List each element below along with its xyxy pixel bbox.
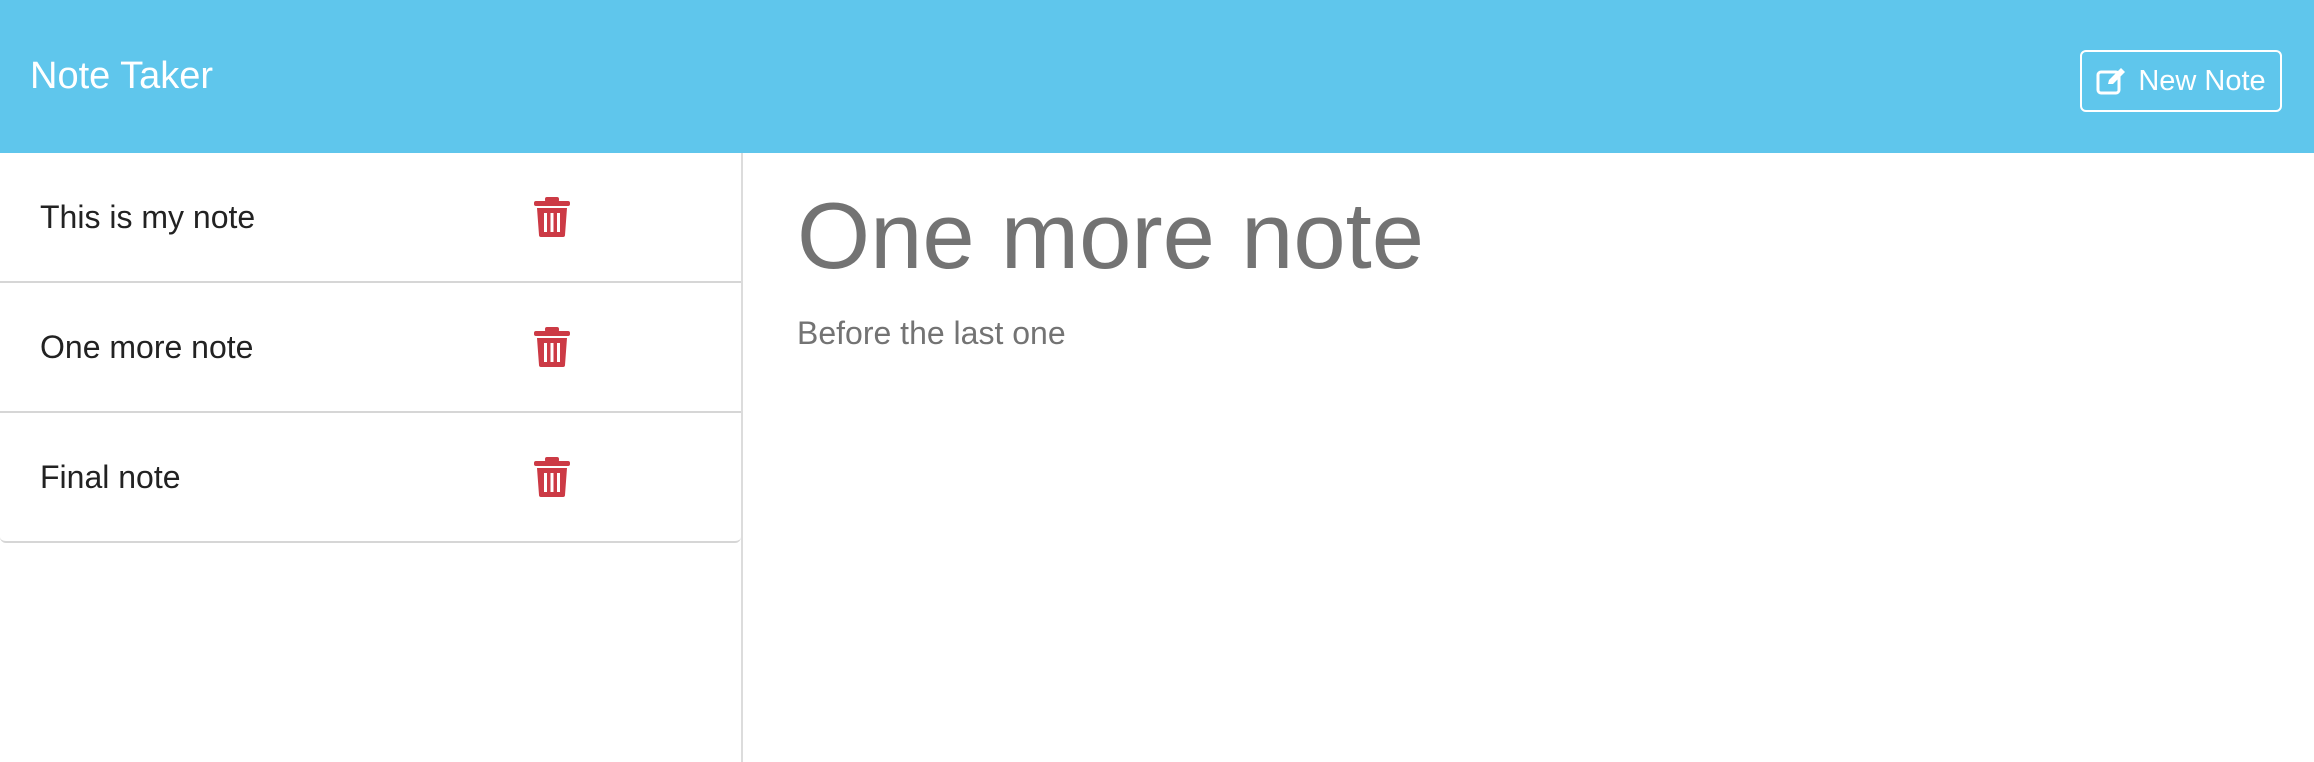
note-title: This is my note <box>40 198 256 235</box>
note-text-area[interactable]: Before the last one <box>797 311 1066 355</box>
note-list-item[interactable]: One more note <box>0 283 741 413</box>
new-note-label: New Note <box>2138 64 2266 97</box>
note-title: One more note <box>40 328 254 365</box>
app-brand[interactable]: Note Taker <box>30 50 213 102</box>
note-list: This is my note One more note Final note <box>0 153 741 543</box>
note-title-field[interactable]: One more note <box>797 181 1424 291</box>
navbar: Note Taker New Note <box>0 0 2314 153</box>
trash-icon[interactable] <box>533 197 571 237</box>
edit-icon <box>2096 67 2126 95</box>
note-title: Final note <box>40 458 181 495</box>
notes-sidebar: This is my note One more note Final note <box>0 153 743 762</box>
trash-icon[interactable] <box>533 327 571 367</box>
new-note-button[interactable]: New Note <box>2080 50 2282 112</box>
trash-icon[interactable] <box>533 457 571 497</box>
note-list-item[interactable]: Final note <box>0 413 741 543</box>
note-list-item[interactable]: This is my note <box>0 153 741 283</box>
note-editor: One more note Before the last one <box>745 153 2314 762</box>
